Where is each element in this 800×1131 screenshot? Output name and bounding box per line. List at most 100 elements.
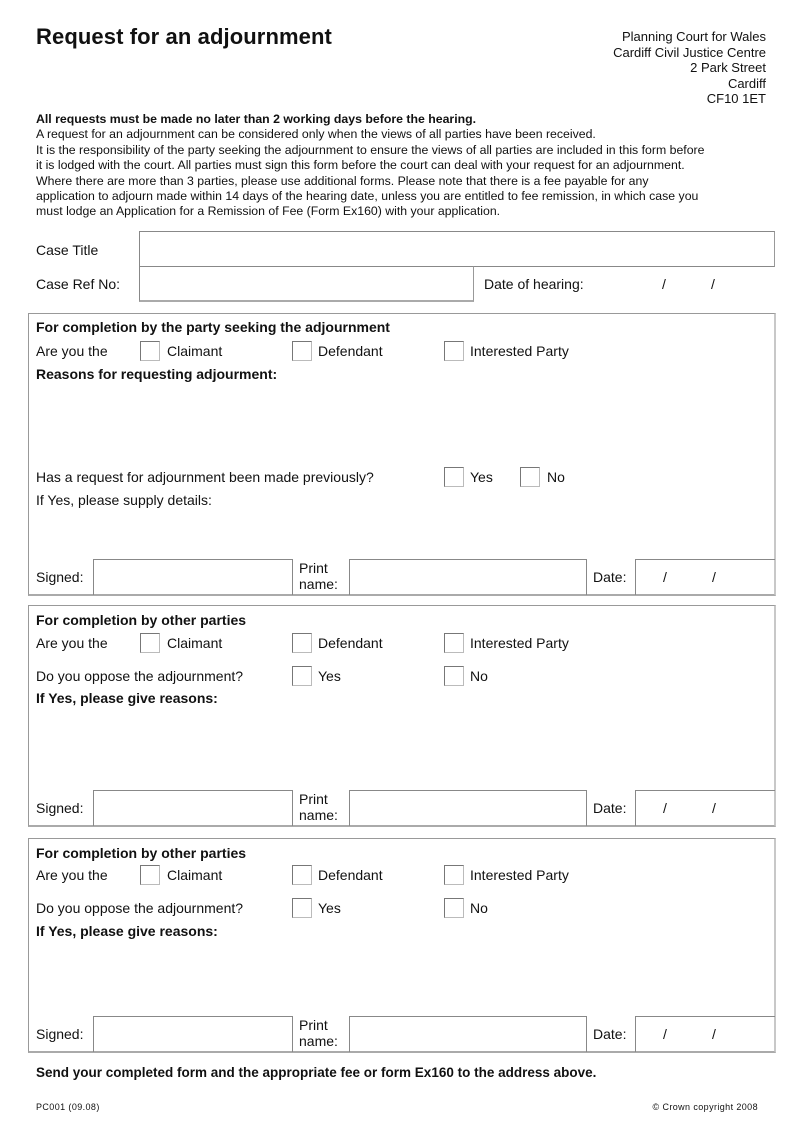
print-label-line: Print <box>299 791 328 807</box>
no-label: No <box>547 469 565 485</box>
case-ref-label: Case Ref No: <box>36 276 121 292</box>
claimant-checkbox[interactable] <box>140 341 160 361</box>
case-title-field[interactable] <box>139 231 775 267</box>
defendant-label: Defendant <box>318 635 383 651</box>
print-label-line: Print <box>299 1017 328 1033</box>
yes-label: Yes <box>470 469 493 485</box>
date-separator: / <box>663 569 667 585</box>
submission-instruction: Send your completed form and the appropr… <box>36 1065 597 1080</box>
signature-date-field[interactable] <box>635 790 775 826</box>
interested-party-label: Interested Party <box>470 343 569 359</box>
previous-no-checkbox[interactable] <box>520 467 540 487</box>
address-line: Cardiff <box>727 75 766 91</box>
are-you-label: Are you the <box>36 343 108 359</box>
interested-party-label: Interested Party <box>470 867 569 883</box>
court-address: Planning Court for Wales Cardiff Civil J… <box>613 29 766 107</box>
instruction-line: It is the responsibility of the party se… <box>36 142 705 157</box>
previous-yes-checkbox[interactable] <box>444 467 464 487</box>
print-label-line: Print <box>299 560 328 576</box>
signed-label: Signed: <box>36 569 84 585</box>
reasons-label: If Yes, please give reasons: <box>36 923 218 939</box>
oppose-yes-checkbox[interactable] <box>292 898 312 918</box>
oppose-yes-checkbox[interactable] <box>292 666 312 686</box>
print-label-line: name: <box>299 1033 338 1049</box>
claimant-checkbox[interactable] <box>140 865 160 885</box>
case-title-label: Case Title <box>36 242 99 258</box>
yes-label: Yes <box>318 668 341 684</box>
no-label: No <box>470 900 488 916</box>
print-label-line: name: <box>299 576 338 592</box>
date-separator: / <box>663 800 667 816</box>
date-label: Date: <box>593 569 627 585</box>
no-label: No <box>470 668 488 684</box>
date-separator: / <box>663 1026 667 1042</box>
claimant-label: Claimant <box>167 867 223 883</box>
instruction-line: A request for an adjournment can be cons… <box>36 127 596 142</box>
instruction-line: Where there are more than 3 parties, ple… <box>36 173 649 188</box>
oppose-question: Do you oppose the adjournment? <box>36 668 244 684</box>
reasons-field[interactable] <box>36 386 766 456</box>
section-heading: For completion by the party seeking the … <box>36 319 390 335</box>
print-name-field[interactable] <box>349 1016 587 1052</box>
date-separator: / <box>712 800 716 816</box>
details-label: If Yes, please supply details: <box>36 492 212 508</box>
oppose-no-checkbox[interactable] <box>444 666 464 686</box>
hearing-date-field[interactable] <box>605 268 765 296</box>
previous-request-question: Has a request for adjournment been made … <box>36 469 374 485</box>
signature-date-field[interactable] <box>635 559 775 595</box>
case-ref-field[interactable] <box>139 266 474 302</box>
reasons-label: If Yes, please give reasons: <box>36 690 218 706</box>
defendant-checkbox[interactable] <box>292 633 312 653</box>
are-you-label: Are you the <box>36 635 108 651</box>
section-other-party-1: For completion by other parties Are you … <box>28 605 776 827</box>
instruction-line: must lodge an Application for a Remissio… <box>36 204 501 219</box>
print-name-label: Print name: <box>299 791 338 823</box>
print-name-label: Print name: <box>299 1017 338 1049</box>
section-heading: For completion by other parties <box>36 612 247 628</box>
defendant-checkbox[interactable] <box>292 341 312 361</box>
are-you-label: Are you the <box>36 867 108 883</box>
print-label-line: name: <box>299 807 338 823</box>
section-other-party-2: For completion by other parties Are you … <box>28 838 776 1053</box>
claimant-label: Claimant <box>167 635 223 651</box>
page-title: Request for an adjournment <box>36 24 332 49</box>
defendant-checkbox[interactable] <box>292 865 312 885</box>
address-line: Planning Court for Wales <box>621 29 766 44</box>
copyright-notice: © Crown copyright 2008 <box>652 1102 758 1112</box>
hearing-date-label: Date of hearing: <box>484 276 584 292</box>
print-name-field[interactable] <box>349 790 587 826</box>
claimant-checkbox[interactable] <box>140 633 160 653</box>
instructions: All requests must be made no later than … <box>36 112 776 220</box>
address-line: Cardiff Civil Justice Centre <box>613 44 766 60</box>
defendant-label: Defendant <box>318 867 383 883</box>
signed-label: Signed: <box>36 800 84 816</box>
interested-party-checkbox[interactable] <box>444 633 464 653</box>
print-name-field[interactable] <box>349 559 587 595</box>
date-separator: / <box>712 569 716 585</box>
interested-party-checkbox[interactable] <box>444 865 464 885</box>
date-separator: / <box>712 1026 716 1042</box>
reasons-field[interactable] <box>36 710 766 784</box>
address-line: CF10 1ET <box>706 91 766 106</box>
interested-party-label: Interested Party <box>470 635 569 651</box>
date-label: Date: <box>593 800 627 816</box>
instruction-line: it is lodged with the court. All parties… <box>36 158 685 173</box>
section-seeking-party: For completion by the party seeking the … <box>28 313 776 596</box>
instruction-line: application to adjourn made within 14 da… <box>36 189 699 204</box>
section-heading: For completion by other parties <box>36 845 247 861</box>
signature-field[interactable] <box>93 790 293 826</box>
signature-field[interactable] <box>93 1016 293 1052</box>
signed-label: Signed: <box>36 1026 84 1042</box>
deadline-notice: All requests must be made no later than … <box>36 112 477 126</box>
oppose-no-checkbox[interactable] <box>444 898 464 918</box>
defendant-label: Defendant <box>318 343 383 359</box>
signature-date-field[interactable] <box>635 1016 775 1052</box>
details-field[interactable] <box>36 512 766 556</box>
signature-field[interactable] <box>93 559 293 595</box>
form-code: PC001 (09.08) <box>36 1102 100 1112</box>
oppose-question: Do you oppose the adjournment? <box>36 900 244 916</box>
reasons-field[interactable] <box>36 943 766 1013</box>
reasons-label: Reasons for requesting adjourment: <box>36 366 278 382</box>
interested-party-checkbox[interactable] <box>444 341 464 361</box>
date-label: Date: <box>593 1026 627 1042</box>
